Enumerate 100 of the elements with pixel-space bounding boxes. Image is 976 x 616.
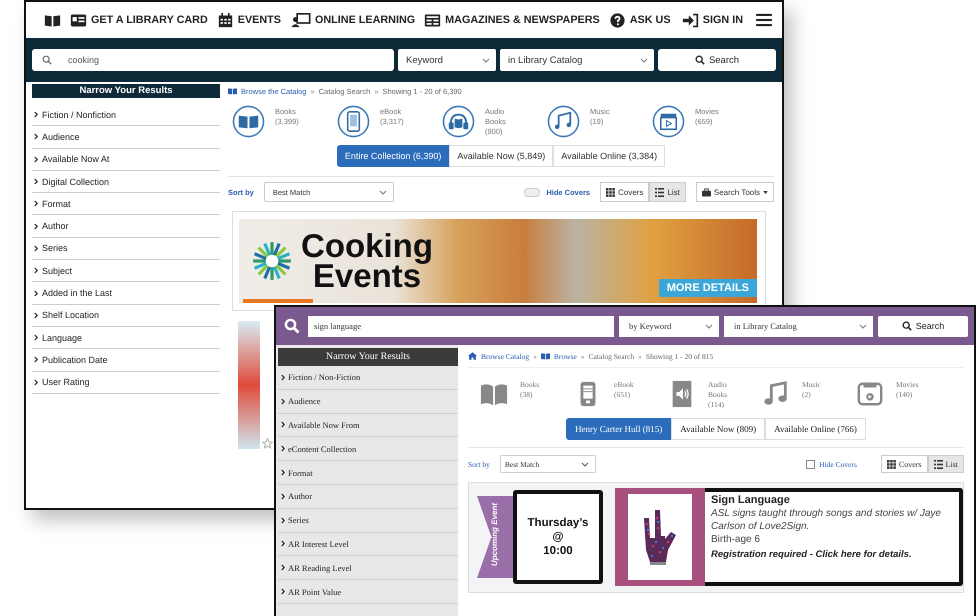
food-photo-banner[interactable]: Cooking Events MORE DETAILS xyxy=(239,219,757,303)
chevron-right-icon xyxy=(34,178,38,186)
registration-link[interactable]: Registration required - Click here for details. xyxy=(711,547,953,563)
chevron-down-icon xyxy=(378,190,387,194)
filter-item[interactable]: AR Point Value xyxy=(278,580,458,604)
search-button[interactable]: Search xyxy=(878,316,968,336)
chevron-right-icon xyxy=(281,564,285,572)
sidebar-heading: Narrow Your Results xyxy=(278,348,458,366)
filter-item[interactable]: Language xyxy=(32,326,220,350)
collection-tab[interactable]: Available Now (809) xyxy=(671,418,766,440)
filter-item[interactable]: eContent Collection xyxy=(278,437,458,462)
magazine-cover-placeholder[interactable] xyxy=(238,321,260,449)
grid-icon xyxy=(606,188,616,196)
event-time-text: Thursday’s xyxy=(528,516,588,530)
filter-item[interactable]: AR Interest Level xyxy=(278,532,458,556)
briefcase-icon xyxy=(702,188,711,196)
chevron-right-icon xyxy=(281,469,285,476)
chevron-right-icon xyxy=(34,156,38,163)
search-button[interactable]: Search xyxy=(658,49,776,71)
nav-link[interactable]: EVENTS xyxy=(216,12,281,28)
film-icon[interactable] xyxy=(652,105,685,138)
chevron-right-icon xyxy=(281,421,285,428)
hide-covers-checkbox[interactable] xyxy=(806,460,816,468)
ribbon-label: Upcoming Event xyxy=(490,502,500,568)
caret-down-icon xyxy=(763,190,768,194)
event-banner[interactable]: Upcoming Event Thursday’s @ 10:00 Sign Language ASL signs taught through songs and stories w/ Jaye Carlson of Love2Sign. Birth-age 6 Registration required - Click here for details. xyxy=(468,482,964,593)
filter-item[interactable]: Available Now At xyxy=(32,148,220,171)
view-button[interactable]: Covers xyxy=(600,182,650,202)
book-icon xyxy=(540,352,550,360)
filter-item[interactable]: Series xyxy=(278,508,458,533)
chevron-down-icon xyxy=(859,324,867,328)
headphones-icon[interactable] xyxy=(442,105,475,138)
search-icon xyxy=(284,318,300,334)
chevron-right-icon xyxy=(281,374,285,381)
sign-in-icon xyxy=(682,12,699,28)
chevron-right-icon xyxy=(34,244,38,252)
filter-item[interactable]: Fiction / Non-Fiction xyxy=(278,366,458,390)
filter-item[interactable]: Author xyxy=(278,484,458,509)
event-description: ASL signs taught through songs and stories w/ Jaye Carlson of Love2Sign. xyxy=(711,507,942,533)
filter-item[interactable]: Author xyxy=(32,215,220,238)
view-button[interactable]: Covers xyxy=(880,455,928,473)
book-icon xyxy=(228,87,237,95)
search-type-dropdown[interactable]: by Keyword xyxy=(619,316,719,336)
id-card-icon xyxy=(70,12,87,28)
filter-item[interactable]: Format xyxy=(278,461,458,485)
nav-link[interactable]: ONLINE LEARNING xyxy=(290,12,416,28)
filter-item[interactable]: Format xyxy=(32,193,220,216)
sign-in-link[interactable]: SIGN IN xyxy=(682,12,743,28)
search-field[interactable]: sign language xyxy=(308,316,614,336)
collection-tab[interactable]: Entire Collection (6,390) xyxy=(336,145,450,167)
search-field[interactable]: cooking xyxy=(32,49,394,71)
filter-item[interactable]: User Rating xyxy=(32,372,220,394)
video-icon[interactable] xyxy=(856,380,884,408)
view-button[interactable]: List xyxy=(649,182,686,202)
star-icon[interactable] xyxy=(262,438,273,449)
view-button[interactable]: List xyxy=(928,455,964,473)
toggle-switch[interactable] xyxy=(524,188,540,196)
filter-item[interactable]: Publication Date xyxy=(32,349,220,372)
sidebar-heading: Narrow Your Results xyxy=(32,84,220,98)
chevron-right-icon xyxy=(281,398,285,405)
tablet-icon[interactable] xyxy=(337,105,370,138)
chevron-right-icon xyxy=(34,378,38,386)
search-scope-dropdown[interactable]: in Library Catalog xyxy=(500,49,654,71)
filter-item[interactable]: Audience xyxy=(278,390,458,414)
filter-item[interactable]: Series xyxy=(32,238,220,260)
collection-tab[interactable]: Henry Carter Hull (815) xyxy=(566,418,672,440)
filter-item[interactable]: Shelf Location xyxy=(32,304,220,327)
menu-icon[interactable] xyxy=(756,13,772,27)
event-ages: Birth-age 6 xyxy=(711,533,761,547)
search-tools-button[interactable]: Search Tools xyxy=(696,182,774,202)
search-type-dropdown[interactable]: Keyword xyxy=(398,49,496,71)
nav-link[interactable]: MAGAZINES & NEWSPAPERS xyxy=(424,12,600,28)
filter-item[interactable]: Added in the Last xyxy=(32,282,220,305)
chevron-down-icon xyxy=(482,58,490,62)
filter-item[interactable]: Audience xyxy=(32,126,220,149)
chevron-right-icon xyxy=(281,516,285,524)
filter-item[interactable]: AR Reading Level xyxy=(278,556,458,580)
filter-item[interactable]: Subject xyxy=(32,260,220,282)
book-icon[interactable] xyxy=(44,12,61,28)
collection-tab[interactable]: Available Now (5,849) xyxy=(449,145,554,167)
search-icon xyxy=(694,55,705,65)
list-icon xyxy=(655,188,664,196)
collection-tab[interactable]: Available Online (3,384) xyxy=(553,145,666,167)
chevron-right-icon xyxy=(281,492,285,500)
music-notes-icon[interactable] xyxy=(547,105,580,138)
event-title: Sign Language xyxy=(711,494,791,507)
list-icon xyxy=(934,460,943,468)
collection-tab[interactable]: Available Online (766) xyxy=(765,418,866,440)
chevron-right-icon xyxy=(34,356,38,364)
chevron-down-icon xyxy=(580,462,589,466)
question-circle-icon xyxy=(608,12,626,28)
grid-icon xyxy=(886,460,896,468)
chevron-down-icon xyxy=(705,324,713,328)
search-scope-dropdown[interactable]: in Library Catalog xyxy=(724,316,873,336)
filter-item[interactable]: Digital Collection xyxy=(32,170,220,194)
nav-link[interactable]: GET A LIBRARY CARD xyxy=(70,12,208,28)
chevron-down-icon xyxy=(640,58,648,62)
nav-link[interactable]: ASK US xyxy=(608,12,671,28)
filter-item[interactable]: Fiction / Nonfiction xyxy=(32,104,220,126)
filter-item[interactable]: Available Now From xyxy=(278,414,458,438)
